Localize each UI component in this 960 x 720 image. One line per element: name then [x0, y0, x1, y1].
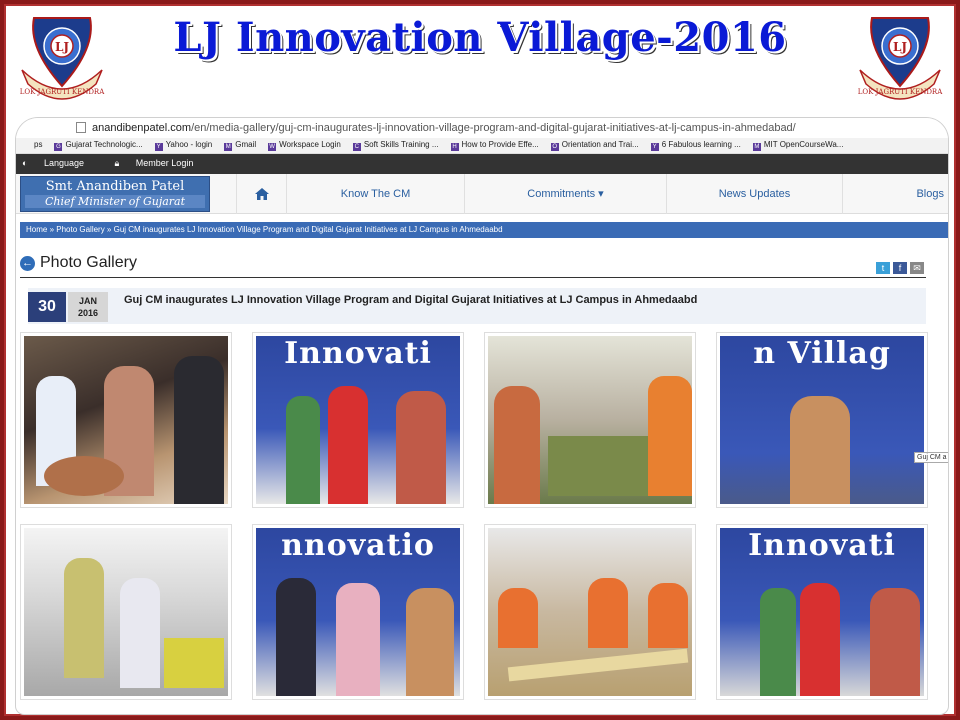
bookmark-favicon-icon: G [54, 143, 63, 151]
bookmark-label: ps [34, 140, 43, 149]
language-link[interactable]: ◐ Language [22, 158, 98, 168]
bookmark-favicon-icon: C [352, 143, 361, 151]
bookmark-item[interactable]: G Gujarat Technologic... [54, 140, 143, 151]
photo-banner-text: n Villag [753, 336, 891, 371]
bookmark-label: Gmail [235, 140, 257, 149]
bookmark-favicon-icon: Y [650, 143, 659, 151]
nav-blogs[interactable]: Blogs [842, 174, 948, 214]
bookmark-favicon-icon: M [752, 143, 761, 151]
bookmark-label: 6 Fabulous learning ... [661, 140, 741, 149]
lock-icon: 🔒︎ [114, 158, 122, 168]
hover-tooltip: Guj CM a [914, 452, 948, 463]
gallery-photo-5[interactable] [20, 524, 232, 700]
home-icon [254, 188, 269, 201]
browser-screenshot: anandibenpatel.com/en/media-gallery/guj-… [16, 118, 948, 714]
bookmark-label: Gujarat Technologic... [65, 140, 143, 149]
breadcrumb: Home » Photo Gallery » Guj CM inaugurate… [20, 222, 948, 238]
bookmark-label: Orientation and Trai... [561, 140, 639, 149]
event-month-year: JAN 2016 [68, 292, 108, 322]
nav-commitments[interactable]: Commitments ▾ [464, 174, 666, 214]
nav-news-updates[interactable]: News Updates [666, 174, 842, 214]
gallery-photo-6[interactable]: nnovatio [252, 524, 464, 700]
bookmark-item[interactable]: M MIT OpenCourseWa... [752, 140, 844, 151]
photo-banner-text: Innovati [748, 528, 896, 563]
main-nav: Smt Anandiben Patel Chief Minister of Gu… [16, 174, 948, 214]
bookmark-label: MIT OpenCourseWa... [763, 140, 844, 149]
gallery-photo-2[interactable]: Innovati [252, 332, 464, 508]
event-header: 30 JAN 2016 Guj CM inaugurates LJ Innova… [28, 288, 926, 324]
site-top-bar: ◐ Language 🔒︎ Member Login [16, 154, 948, 174]
bookmark-item[interactable]: Y6 Fabulous learning ... [650, 140, 741, 151]
bookmark-item[interactable]: C Soft Skills Training ... [352, 140, 439, 151]
bookmark-favicon-icon: Y [154, 143, 163, 151]
gallery-photo-7[interactable] [484, 524, 696, 700]
bookmark-item[interactable]: M Gmail [224, 140, 256, 151]
gallery-photo-8[interactable]: Innovati [716, 524, 928, 700]
bookmark-item[interactable]: W Workspace Login [268, 140, 341, 151]
gallery-photo-1[interactable] [20, 332, 232, 508]
gallery-header: ← Photo Gallery t f ✉ [20, 252, 926, 278]
brand-name: Smt Anandiben Patel [45, 179, 185, 194]
bookmark-item[interactable]: ps [34, 140, 42, 149]
bookmark-favicon-icon: M [224, 143, 233, 151]
bookmark-favicon-icon: W [268, 143, 277, 151]
bookmark-favicon-icon: H [450, 143, 459, 151]
site-brand[interactable]: Smt Anandiben Patel Chief Minister of Gu… [20, 176, 210, 212]
bookmark-label: Soft Skills Training ... [363, 140, 439, 149]
gallery-photo-3[interactable] [484, 332, 696, 508]
email-icon[interactable]: ✉ [910, 262, 924, 274]
event-title: Guj CM inaugurates LJ Innovation Village… [124, 294, 698, 306]
url-host: anandibenpatel.com [92, 122, 192, 134]
photo-banner-text: Innovati [284, 336, 432, 371]
twitter-icon[interactable]: t [876, 262, 890, 274]
brand-role: Chief Minister of Gujarat [25, 195, 205, 208]
member-login-link[interactable]: 🔒︎ Member Login [115, 158, 208, 168]
page-title: Photo Gallery [40, 254, 137, 271]
event-day: 30 [28, 292, 66, 322]
bookmark-item[interactable]: Y Yahoo - login [154, 140, 213, 151]
svg-text:LOK JAGRUTI KENDRA: LOK JAGRUTI KENDRA [858, 88, 943, 96]
bookmark-item[interactable]: O Orientation and Trai... [550, 140, 639, 151]
bookmark-label: Yahoo - login [165, 140, 213, 149]
facebook-icon[interactable]: f [893, 262, 907, 274]
page-icon [76, 122, 86, 133]
address-bar[interactable]: anandibenpatel.com/en/media-gallery/guj-… [16, 118, 948, 138]
bookmarks-bar: ps G Gujarat Technologic... Y Yahoo - login M… [16, 138, 948, 154]
nav-home[interactable] [236, 174, 286, 214]
globe-icon: ◐ [22, 158, 30, 168]
event-year: 2016 [77, 308, 99, 318]
photo-banner-text: nnovatio [281, 528, 435, 563]
bookmark-item[interactable]: H How to Provide Effe... [450, 140, 539, 151]
back-arrow-icon[interactable]: ← [20, 256, 35, 271]
event-month: JAN [78, 296, 97, 306]
slide-title: LJ Innovation Village-2016 [173, 14, 787, 61]
gallery-photo-4[interactable]: n Villag [716, 332, 928, 508]
bookmark-label: How to Provide Effe... [461, 140, 539, 149]
nav-know-the-cm[interactable]: Know The CM [286, 174, 464, 214]
url-path: /en/media-gallery/guj-cm-inaugurates-lj-… [191, 122, 796, 134]
bookmark-label: Workspace Login [279, 140, 341, 149]
bookmark-favicon-icon: O [550, 143, 559, 151]
svg-text:LOK JAGRUTI KENDRA: LOK JAGRUTI KENDRA [20, 88, 105, 96]
